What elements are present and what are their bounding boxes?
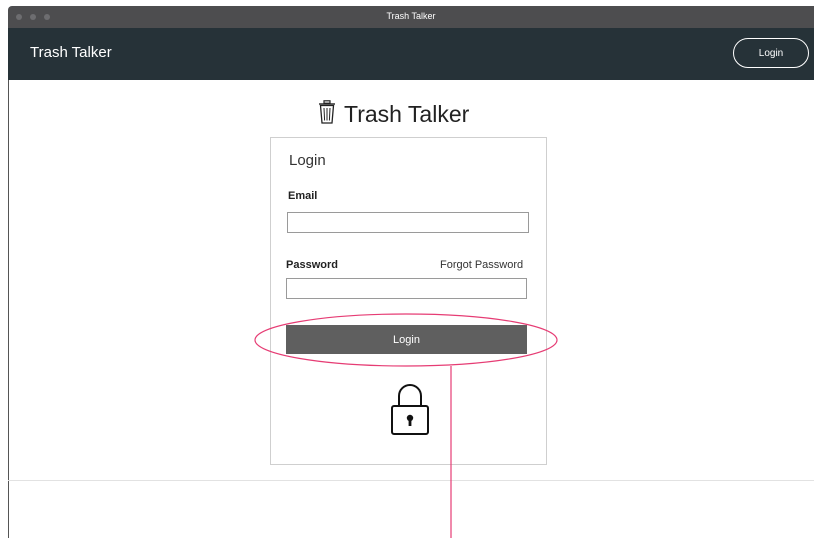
login-card-title: Login <box>289 152 326 169</box>
password-input[interactable] <box>286 278 527 299</box>
trash-can-icon <box>318 99 336 129</box>
content-left-border <box>8 80 9 538</box>
lock-icon <box>388 381 432 442</box>
page-heading: Trash Talker <box>318 97 469 131</box>
password-label: Password <box>286 259 338 271</box>
page-title: Trash Talker <box>344 100 470 127</box>
window-titlebar: Trash Talker <box>8 6 814 28</box>
email-input[interactable] <box>287 212 529 233</box>
forgot-password-link[interactable]: Forgot Password <box>440 259 523 271</box>
login-card: Login Email Password Forgot Password Log… <box>270 137 547 465</box>
login-submit-button[interactable]: Login <box>286 325 527 354</box>
nav-login-button[interactable]: Login <box>733 38 809 68</box>
email-label: Email <box>288 190 318 202</box>
top-navbar: Trash Talker Login <box>8 28 814 80</box>
brand-name[interactable]: Trash Talker <box>30 44 112 61</box>
window-title: Trash Talker <box>386 11 436 21</box>
content-divider <box>8 480 814 481</box>
